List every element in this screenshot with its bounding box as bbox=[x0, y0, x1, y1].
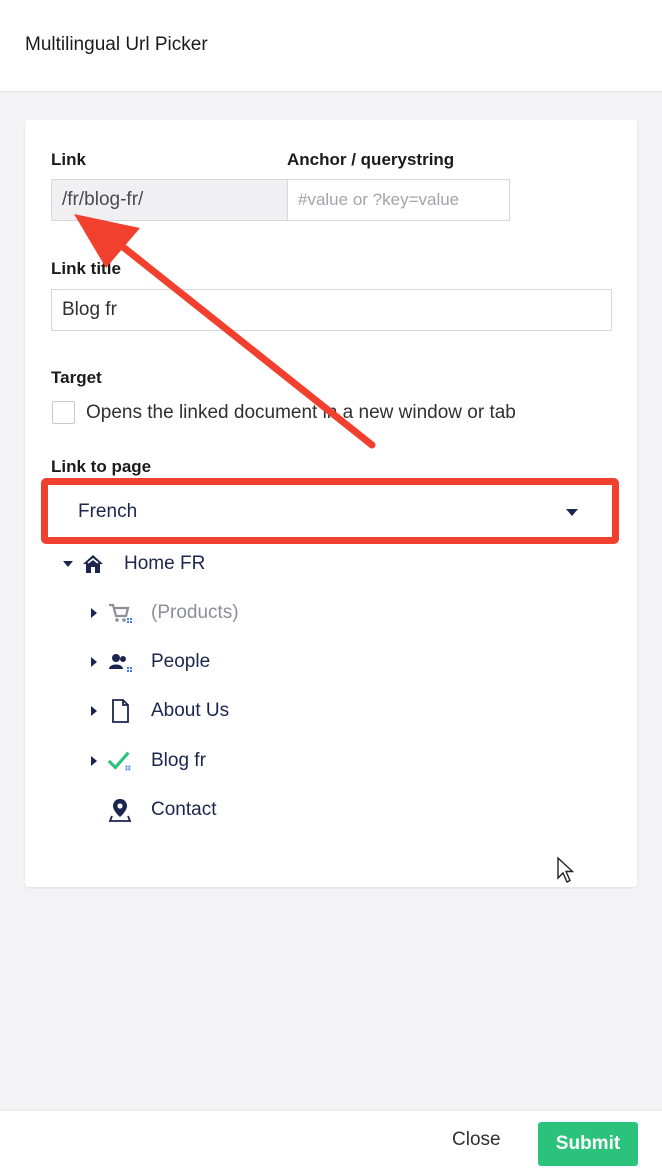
tree-node-home[interactable] bbox=[63, 549, 73, 579]
dialog-title: Multilingual Url Picker bbox=[25, 34, 208, 55]
submit-button[interactable]: Submit bbox=[538, 1122, 638, 1166]
caret-right-icon[interactable] bbox=[91, 706, 97, 716]
link-title-label: Link title bbox=[51, 259, 121, 278]
link-title-input[interactable]: Blog fr bbox=[51, 289, 612, 331]
caret-down-icon[interactable] bbox=[63, 561, 73, 567]
tree-label-contact[interactable]: Contact bbox=[151, 795, 216, 825]
check-icon bbox=[107, 748, 133, 774]
caret-right-icon[interactable] bbox=[91, 756, 97, 766]
cart-icon bbox=[107, 600, 133, 626]
tree-expand-about[interactable] bbox=[91, 696, 97, 726]
caret-right-icon[interactable] bbox=[91, 657, 97, 667]
tree-label-blog[interactable]: Blog fr bbox=[151, 746, 206, 776]
tree-label-about[interactable]: About Us bbox=[151, 696, 229, 726]
new-window-checkbox-label[interactable]: Opens the linked document in a new windo… bbox=[86, 402, 516, 424]
people-icon bbox=[107, 649, 133, 675]
anchor-label: Anchor / querystring bbox=[287, 150, 455, 169]
tree-expand-people[interactable] bbox=[91, 647, 97, 677]
caret-right-icon[interactable] bbox=[91, 608, 97, 618]
tree-label-people[interactable]: People bbox=[151, 647, 210, 677]
close-button[interactable]: Close bbox=[452, 1129, 501, 1151]
language-select-value: French bbox=[78, 501, 138, 522]
language-select[interactable]: French bbox=[41, 478, 619, 544]
link-label: Link bbox=[51, 150, 86, 169]
chevron-down-icon bbox=[566, 509, 578, 516]
anchor-querystring-input[interactable]: #value or ?key=value bbox=[287, 179, 510, 221]
tree-expand-products[interactable] bbox=[91, 598, 97, 628]
link-url-field[interactable]: /fr/blog-fr/ bbox=[51, 179, 288, 221]
dialog-header: Multilingual Url Picker bbox=[0, 0, 662, 92]
new-window-checkbox[interactable] bbox=[52, 401, 75, 424]
target-label: Target bbox=[51, 368, 102, 387]
tree-label-products[interactable]: (Products) bbox=[151, 598, 239, 628]
home-icon bbox=[80, 551, 106, 577]
tree-label-home[interactable]: Home FR bbox=[124, 549, 205, 579]
link-to-page-label: Link to page bbox=[51, 457, 152, 476]
dialog-footer: Close Submit bbox=[0, 1110, 662, 1171]
map-pin-icon bbox=[107, 797, 133, 823]
document-icon bbox=[107, 698, 133, 724]
tree-expand-blog[interactable] bbox=[91, 746, 97, 776]
mouse-cursor-icon bbox=[557, 856, 575, 883]
